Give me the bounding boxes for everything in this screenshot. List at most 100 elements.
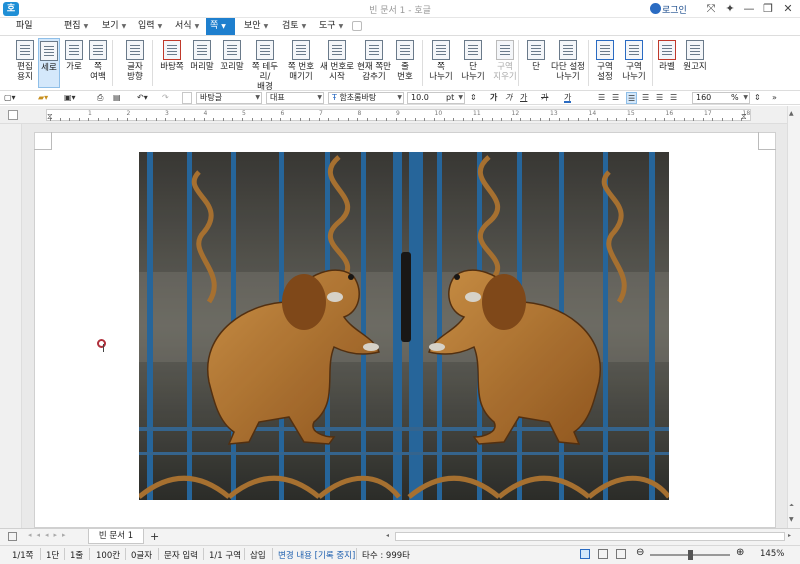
status-typing-speed[interactable]: 타수 : 999타 (362, 549, 410, 561)
align-distribute-icon[interactable]: ☰ (656, 92, 663, 104)
menu-review[interactable]: 검토 ▼ (278, 18, 310, 35)
indent-marker-icon[interactable]: ⧖ (47, 112, 53, 122)
vertical-scrollbar[interactable] (787, 106, 800, 528)
fullscreen-icon[interactable]: ⤧ (703, 2, 719, 16)
redo-icon[interactable]: ↷ (162, 92, 169, 104)
ruler-number: 11 (473, 110, 481, 117)
undo-icon[interactable]: ↶▾ (137, 92, 148, 104)
ribbon-button-0[interactable]: 편집 용지 (14, 38, 36, 88)
style-select[interactable]: 바탕글 ▼ (196, 92, 262, 104)
ribbon-button-17[interactable]: 다단 설정 나누기 (549, 38, 587, 88)
inserted-photo-gate-lions[interactable] (139, 152, 669, 500)
menu-view[interactable]: 보기 ▼ (98, 18, 130, 35)
minimize-button[interactable]: — (741, 2, 757, 16)
align-left-icon[interactable]: ☰ (612, 92, 619, 104)
vertical-ruler[interactable] (0, 124, 22, 528)
status-insert[interactable]: 삽입 (250, 549, 266, 561)
align-justify-icon[interactable]: ☰ (598, 92, 605, 104)
ribbon-button-7[interactable]: 꼬리말 (219, 38, 245, 88)
style-list-icon[interactable] (182, 92, 192, 104)
menu-insert[interactable]: 입력 ▼ (134, 18, 166, 35)
ruler-number: 17 (704, 110, 712, 117)
tab-type-icon[interactable] (8, 110, 18, 120)
new-doc-icon[interactable]: ▢▾ (4, 92, 16, 104)
preview-icon[interactable]: ▤ (113, 92, 121, 104)
line-spacing-select[interactable]: 160% ▼ (692, 92, 750, 104)
ribbon-button-16[interactable]: 단 (527, 38, 545, 88)
menu-security[interactable]: 보안 ▼ (240, 18, 272, 35)
options-icon[interactable]: ✦ (722, 2, 738, 16)
ribbon-button-12[interactable]: 줄 번호 (392, 38, 418, 88)
zoom-in-icon[interactable]: ⊕ (736, 547, 744, 558)
status-page[interactable]: 1/1쪽 (12, 549, 34, 561)
font-size-select[interactable]: 10.0 pt ▼ (407, 92, 465, 104)
bold-button[interactable]: 가 (490, 92, 497, 104)
add-tab-button[interactable]: + (150, 530, 159, 543)
right-indent-marker-icon[interactable]: ⧖ (741, 112, 747, 122)
strikethrough-button[interactable]: 가 (541, 92, 548, 104)
ruler-tick (424, 118, 425, 121)
ribbon-button-4[interactable]: 글자 방향 (122, 38, 148, 88)
ribbon-button-8[interactable]: 쪽 테두리/ 배경 (249, 38, 281, 92)
horizontal-scrollbar[interactable] (395, 532, 785, 541)
scroll-right-icon[interactable]: ▸ (788, 532, 791, 539)
login-link[interactable]: 로그인 (662, 3, 687, 16)
quick-access-icon[interactable] (352, 21, 362, 31)
restore-button[interactable]: ❐ (760, 2, 776, 16)
view-web-icon[interactable] (598, 549, 608, 559)
align-divide-icon[interactable]: ☰ (670, 92, 677, 104)
close-button[interactable]: ✕ (780, 2, 796, 16)
align-right-icon[interactable]: ☰ (642, 92, 649, 104)
ribbon-button-14[interactable]: 단 나누기 (460, 38, 486, 88)
ribbon-button-18[interactable]: 구역 설정 (594, 38, 616, 88)
zoom-slider-thumb[interactable] (688, 550, 693, 560)
menu-file[interactable]: 파일 (12, 18, 37, 35)
ruler-tick (645, 118, 646, 121)
ribbon-button-20[interactable]: 라벨 (657, 38, 677, 88)
status-track-changes[interactable]: 변경 내용 [기록 중지] (278, 549, 355, 561)
language-select[interactable]: 대표 ▼ (266, 92, 324, 104)
save-icon[interactable]: ▣▾ (64, 92, 76, 104)
print-icon[interactable]: ⎙ (97, 92, 103, 104)
tab-nav-icons[interactable]: ◂◂◂▸▸ (28, 531, 71, 539)
ribbon-button-5[interactable]: 바탕쪽 (159, 38, 185, 88)
ribbon-button-2[interactable]: 가로 (63, 38, 85, 88)
spin-icon[interactable]: ⇕ (754, 92, 761, 104)
menu-edit[interactable]: 편집 ▼ (60, 18, 92, 35)
ribbon-button-3[interactable]: 쪽 여백 (87, 38, 109, 88)
ruler-number: 12 (511, 110, 520, 117)
ribbon-button-19[interactable]: 구역 나누기 (621, 38, 647, 88)
menu-format[interactable]: 서식 ▼ (171, 18, 203, 35)
page-up-icon[interactable]: ⏶ (789, 502, 794, 510)
toolbar-more-icon[interactable]: » (772, 92, 777, 104)
status-zoom-level[interactable]: 145% (760, 549, 784, 559)
status-chars: 0글자 (131, 551, 153, 561)
ribbon-button-6[interactable]: 머리말 (189, 38, 215, 88)
scroll-down-icon[interactable]: ▼ (789, 516, 794, 523)
spin-icon[interactable]: ⇕ (470, 92, 477, 104)
underline-button[interactable]: 가 (520, 92, 527, 104)
ribbon-button-21[interactable]: 원고지 (680, 38, 710, 88)
tab-list-icon[interactable] (8, 532, 17, 541)
user-icon[interactable] (650, 3, 661, 14)
ribbon-button-10[interactable]: 새 번호로 시작 (320, 38, 354, 88)
scroll-left-icon[interactable]: ◂ (386, 532, 389, 539)
status-input-mode[interactable]: 문자 입력 (164, 549, 198, 561)
open-folder-icon[interactable]: ▰▾ (38, 92, 48, 104)
menu-tools[interactable]: 도구 ▼ (315, 18, 347, 35)
view-fit-icon[interactable] (616, 549, 626, 559)
italic-button[interactable]: 가 (505, 92, 512, 104)
align-center-icon[interactable]: ☰ (626, 92, 638, 104)
menu-page[interactable]: 쪽 ▼ (206, 18, 235, 35)
zoom-out-icon[interactable]: ⊖ (636, 547, 644, 558)
scroll-up-icon[interactable]: ▲ (789, 110, 794, 117)
font-select[interactable]: Ŧ 함초롬바탕 ▼ (328, 92, 404, 104)
ribbon-button-13[interactable]: 쪽 나누기 (428, 38, 454, 88)
ribbon-button-15[interactable]: 구역 지우기 (492, 38, 518, 88)
ribbon-button-9[interactable]: 쪽 번호 매기기 (285, 38, 317, 88)
font-color-button[interactable]: 가 (564, 92, 572, 103)
view-normal-icon[interactable] (580, 549, 590, 559)
ribbon-button-1[interactable]: 세로 (38, 38, 60, 88)
ribbon-button-11[interactable]: 현재 쪽만 감추기 (357, 38, 391, 88)
document-tab[interactable]: 빈 문서 1 (88, 529, 144, 544)
